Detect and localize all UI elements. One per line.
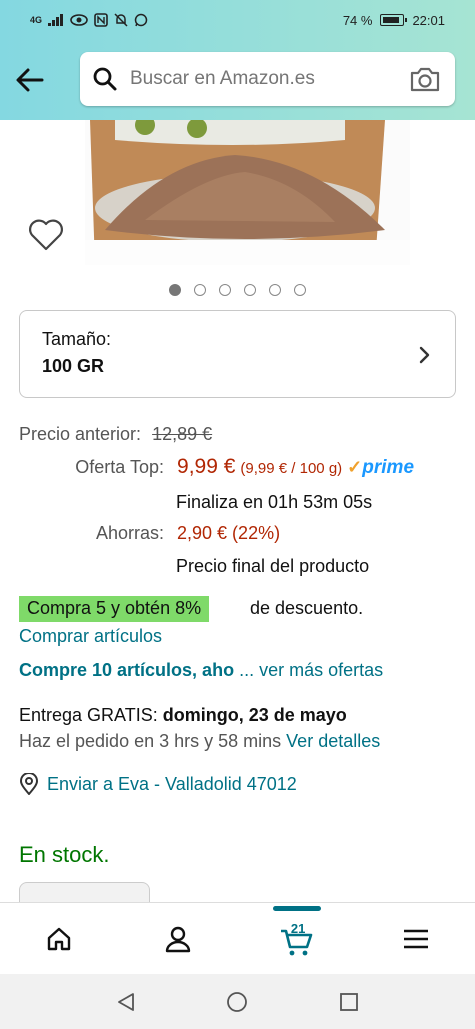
battery-icon (380, 14, 408, 26)
carousel-dot[interactable] (244, 284, 256, 296)
savings-row: Ahorras: 2,90 € (22%) (19, 523, 280, 544)
network-indicator: 4G (30, 15, 43, 25)
order-within: Haz el pedido en 3 hrs y 58 mins (19, 731, 282, 751)
previous-price-label: Precio anterior: (19, 424, 142, 444)
prime-check-icon: ✓ (347, 457, 363, 477)
savings-label: Ahorras: (95, 523, 164, 543)
carousel-dot[interactable] (194, 284, 206, 296)
details-link[interactable]: Ver detalles (286, 731, 380, 751)
final-price-note: Precio final del producto (176, 556, 370, 576)
size-selector[interactable]: Tamaño: 100 GR (19, 310, 456, 398)
carousel-dot[interactable] (219, 284, 231, 296)
offer-row: Oferta Top: 9,99 € (9,99 € / 100 g) ✓pri… (19, 455, 414, 479)
camera-icon[interactable] (409, 65, 441, 93)
back-arrow-icon[interactable] (14, 64, 46, 96)
chevron-right-icon (419, 346, 430, 364)
promo-badge: Compra 5 y obtén 8% (19, 596, 210, 622)
nav-home[interactable] (29, 909, 89, 969)
bottom-navigation: 21 (0, 902, 475, 974)
previous-price-value: 12,89 € (152, 424, 213, 444)
unit-price: (9,99 € / 100 g) (240, 460, 343, 477)
offer-label: Oferta Top: (75, 457, 164, 477)
search-bar[interactable] (80, 52, 455, 106)
prime-badge: prime (362, 457, 415, 478)
hamburger-menu-icon (403, 929, 428, 948)
image-carousel-dots (0, 284, 475, 296)
carousel-dot[interactable] (294, 284, 306, 296)
size-label: Tamaño: (42, 329, 112, 349)
promo-suffix: de descuento. (250, 598, 364, 618)
ship-to-location[interactable]: Enviar a Eva - Valladolid 47012 (19, 773, 297, 795)
system-home-icon[interactable] (226, 991, 248, 1013)
status-bar: 4G 74 % 22:01 (30, 8, 445, 32)
savings-value: 2,90 € (22%) (177, 523, 281, 543)
cart-count: 21 (290, 920, 306, 936)
more-offers-text: ... ver más ofertas (239, 660, 384, 680)
size-value: 100 GR (42, 356, 105, 376)
order-cutoff: Haz el pedido en 3 hrs y 58 mins Ver det… (19, 731, 380, 752)
nav-account[interactable] (148, 909, 208, 969)
carousel-dot[interactable] (169, 284, 181, 296)
nav-cart[interactable]: 21 (267, 905, 327, 969)
active-tab-indicator (272, 905, 321, 911)
user-icon (165, 926, 191, 952)
offer-price: 9,99 € (177, 455, 236, 478)
deal-timer: Finaliza en 01h 53m 05s (176, 492, 373, 512)
search-input[interactable] (130, 68, 409, 90)
nfc-icon (94, 13, 108, 27)
location-pin-icon (19, 773, 39, 795)
eye-icon (70, 14, 88, 26)
system-navigation (0, 974, 475, 1029)
nav-menu[interactable] (386, 909, 446, 969)
more-offers-link[interactable]: Compre 10 artículos, aho ... ver más ofe… (19, 660, 383, 681)
system-recents-icon[interactable] (338, 991, 360, 1013)
signal-icon (48, 14, 64, 26)
carousel-dot[interactable] (269, 284, 281, 296)
delivery-info: Entrega GRATIS: domingo, 23 de mayo (19, 705, 347, 726)
delivery-prefix: Entrega GRATIS: (19, 705, 158, 725)
system-back-icon[interactable] (115, 991, 137, 1013)
previous-price-row: Precio anterior: 12,89 € (19, 424, 212, 445)
buy-items-link[interactable]: Comprar artículos (19, 626, 162, 647)
app-header: 4G 74 % 22:01 (0, 0, 475, 120)
wishlist-heart-icon[interactable] (28, 218, 64, 252)
mute-bell-icon (114, 13, 128, 27)
product-image[interactable] (85, 120, 410, 265)
whatsapp-icon (134, 13, 148, 27)
ship-to-text: Enviar a Eva - Valladolid 47012 (47, 773, 297, 794)
home-icon (48, 927, 71, 950)
stock-status: En stock. (19, 842, 110, 867)
more-offers-bold: Compre 10 artículos, aho (19, 660, 235, 680)
battery-percent: 74 % (342, 12, 373, 28)
delivery-date: domingo, 23 de mayo (162, 705, 347, 725)
clock: 22:01 (412, 12, 445, 28)
search-icon (93, 67, 117, 91)
